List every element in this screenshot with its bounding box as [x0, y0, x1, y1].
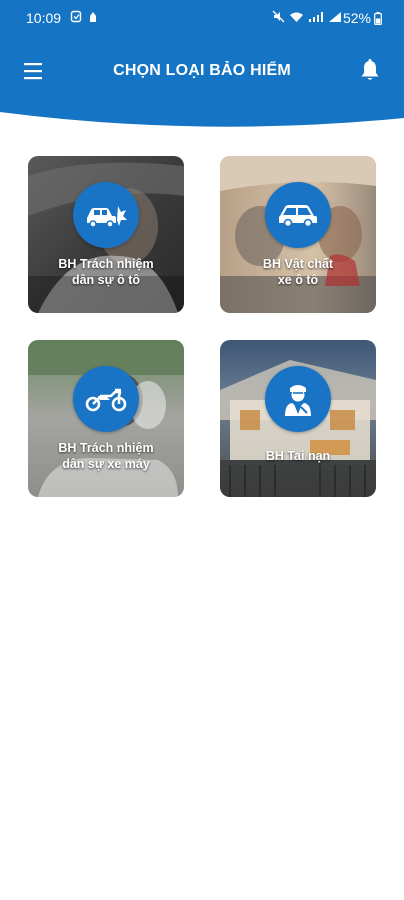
- card-label: BH Trách nhiệm dân sự xe máy: [34, 440, 178, 472]
- car-crash-icon: [87, 206, 127, 228]
- card-label: BH Trách nhiệm dân sự ô tô: [34, 256, 178, 288]
- bell-icon: [361, 59, 379, 80]
- status-bar: 10:09 52%: [0, 0, 404, 34]
- motorcycle-icon-badge: [73, 366, 139, 432]
- card-label: BH Tai nạn: [226, 448, 370, 464]
- person-injury-icon: [285, 385, 311, 416]
- card-label-line1: BH Vật chất: [262, 257, 334, 271]
- car-icon-badge: [265, 182, 331, 248]
- volte-signal-icon: [309, 11, 323, 22]
- notification-button[interactable]: [358, 58, 382, 84]
- status-notification-icons: [70, 10, 98, 23]
- card-label-line1: BH Trách nhiệm: [58, 257, 154, 271]
- card-label-line1: BH Tai nạn: [265, 449, 331, 463]
- toolbar: CHỌN LOẠI BẢO HIỂM: [0, 50, 404, 94]
- card-label-line2: dân sự xe máy: [62, 457, 150, 471]
- status-system-icons: [272, 10, 342, 23]
- battery-indicator: 52%: [343, 10, 382, 26]
- car-icon: [279, 205, 317, 228]
- card-label-line1: BH Trách nhiệm: [58, 441, 154, 455]
- card-car-physical-damage-insurance[interactable]: BH Vật chất xe ô tô: [220, 156, 376, 313]
- signal-icon: [329, 11, 341, 22]
- card-accident-insurance[interactable]: BH Tai nạn: [220, 340, 376, 497]
- hand-icon: [90, 12, 96, 22]
- wifi-icon: [290, 12, 303, 22]
- app-header: 10:09 52% CHỌN LOẠI BẢO HIỂM: [0, 0, 404, 135]
- card-car-liability-insurance[interactable]: BH Trách nhiệm dân sự ô tô: [28, 156, 184, 313]
- motorcycle-icon: [85, 388, 127, 412]
- mute-icon: [272, 10, 285, 23]
- card-motorbike-liability-insurance[interactable]: BH Trách nhiệm dân sự xe máy: [28, 340, 184, 497]
- status-time: 10:09: [26, 10, 62, 26]
- card-label: BH Vật chất xe ô tô: [226, 256, 370, 288]
- card-label-line2: xe ô tô: [277, 273, 319, 287]
- battery-percent: 52%: [342, 10, 371, 26]
- sync-icon: [70, 10, 82, 23]
- person-injury-icon-badge: [265, 366, 331, 432]
- card-label-line2: dân sự ô tô: [71, 273, 141, 287]
- battery-icon: [374, 11, 382, 25]
- page-title: CHỌN LOẠI BẢO HIỂM: [113, 62, 291, 79]
- car-crash-icon-badge: [73, 182, 139, 248]
